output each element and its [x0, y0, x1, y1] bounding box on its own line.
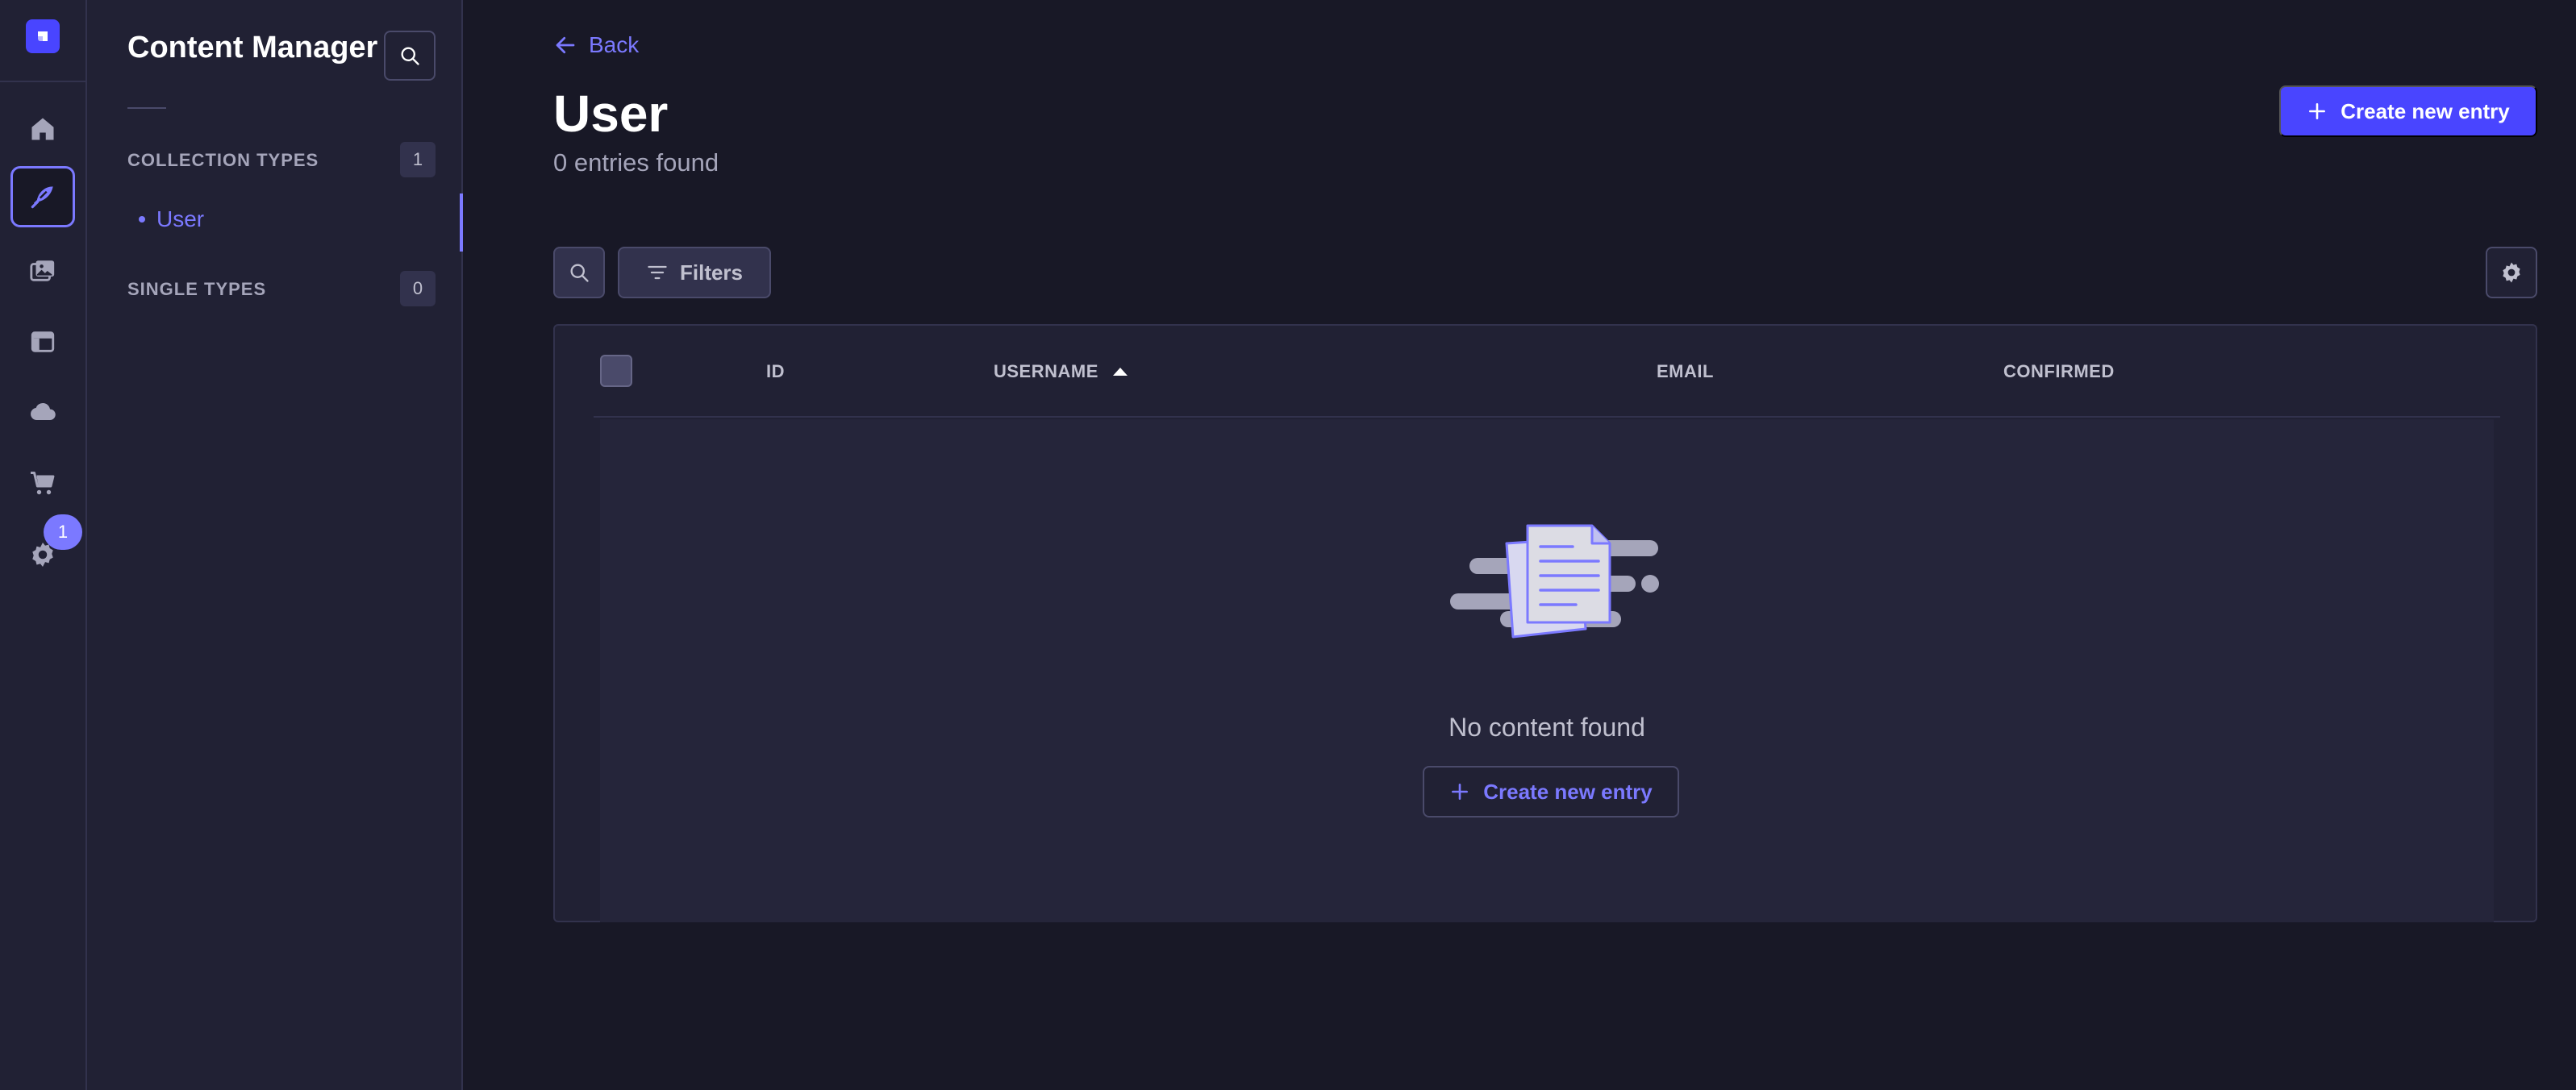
sidebar-title: Content Manager [127, 31, 378, 64]
nav-content-manager[interactable] [10, 166, 75, 227]
view-settings-button[interactable] [2486, 247, 2537, 298]
bullet-icon [139, 216, 145, 223]
home-icon [31, 118, 54, 140]
table-header: ID USERNAME EMAIL CONFIRMED [594, 326, 2500, 418]
layout-icon [31, 331, 55, 352]
gear-icon [2503, 262, 2520, 283]
create-new-entry-label: Create new entry [2340, 98, 2510, 123]
filters-label: Filters [679, 260, 744, 285]
nav-media-library[interactable] [10, 240, 75, 302]
cart-icon [31, 472, 55, 495]
empty-create-entry-label: Create new entry [1483, 779, 1653, 804]
search-icon [570, 264, 589, 282]
collection-types-heading: COLLECTION TYPES [127, 150, 319, 170]
sort-ascending-icon [1112, 368, 1128, 376]
media-library-icon [30, 260, 55, 281]
column-header-username[interactable]: USERNAME [994, 361, 1129, 382]
search-icon [401, 47, 419, 65]
collection-types-count: 1 [400, 142, 436, 177]
plus-icon [2309, 103, 2326, 119]
empty-documents-icon [1450, 524, 1659, 639]
sidebar-search-button[interactable] [384, 31, 436, 81]
main-nav-rail: 1 [0, 0, 87, 1090]
notification-badge: 1 [44, 514, 82, 550]
table-search-button[interactable] [553, 247, 605, 298]
arrow-left-icon [556, 36, 575, 54]
empty-state-message: No content found [1448, 713, 1645, 742]
content-manager-sidebar: Content Manager COLLECTION TYPES 1 User … [87, 0, 463, 1090]
back-label: Back [589, 32, 640, 57]
column-header-id[interactable]: ID [766, 361, 785, 382]
create-new-entry-button[interactable]: Create new entry [2279, 85, 2537, 137]
back-link[interactable]: Back [553, 32, 639, 58]
filter-icon [648, 265, 667, 280]
entries-table: ID USERNAME EMAIL CONFIRMED No content f… [553, 324, 2537, 922]
nav-cloud[interactable] [10, 382, 75, 443]
nav-content-type-builder[interactable] [10, 311, 75, 372]
strapi-logo-icon[interactable] [26, 19, 60, 53]
column-header-email[interactable]: EMAIL [1657, 361, 1714, 382]
nav-home[interactable] [10, 98, 75, 160]
column-header-confirmed[interactable]: CONFIRMED [2003, 361, 2115, 382]
plus-icon [1452, 784, 1469, 800]
active-item-indicator [460, 193, 463, 252]
app-root: 1 Content Manager COLLECTION TYPES 1 Use… [0, 0, 2576, 1090]
rail-divider [0, 81, 85, 82]
sidebar-item-user[interactable]: User [139, 206, 204, 232]
page-title: User [553, 85, 669, 143]
nav-marketplace[interactable] [10, 453, 75, 514]
single-types-count: 0 [400, 271, 436, 306]
entries-count: 0 entries found [553, 148, 719, 177]
feather-icon [31, 186, 53, 209]
empty-create-entry-button[interactable]: Create new entry [1423, 766, 1679, 818]
cloud-icon [31, 402, 56, 420]
filters-button[interactable]: Filters [618, 247, 771, 298]
sidebar-item-label: User [156, 206, 205, 231]
empty-state: No content found Create new entry [600, 419, 2494, 922]
sidebar-divider [127, 107, 166, 109]
single-types-heading: SINGLE TYPES [127, 279, 267, 299]
